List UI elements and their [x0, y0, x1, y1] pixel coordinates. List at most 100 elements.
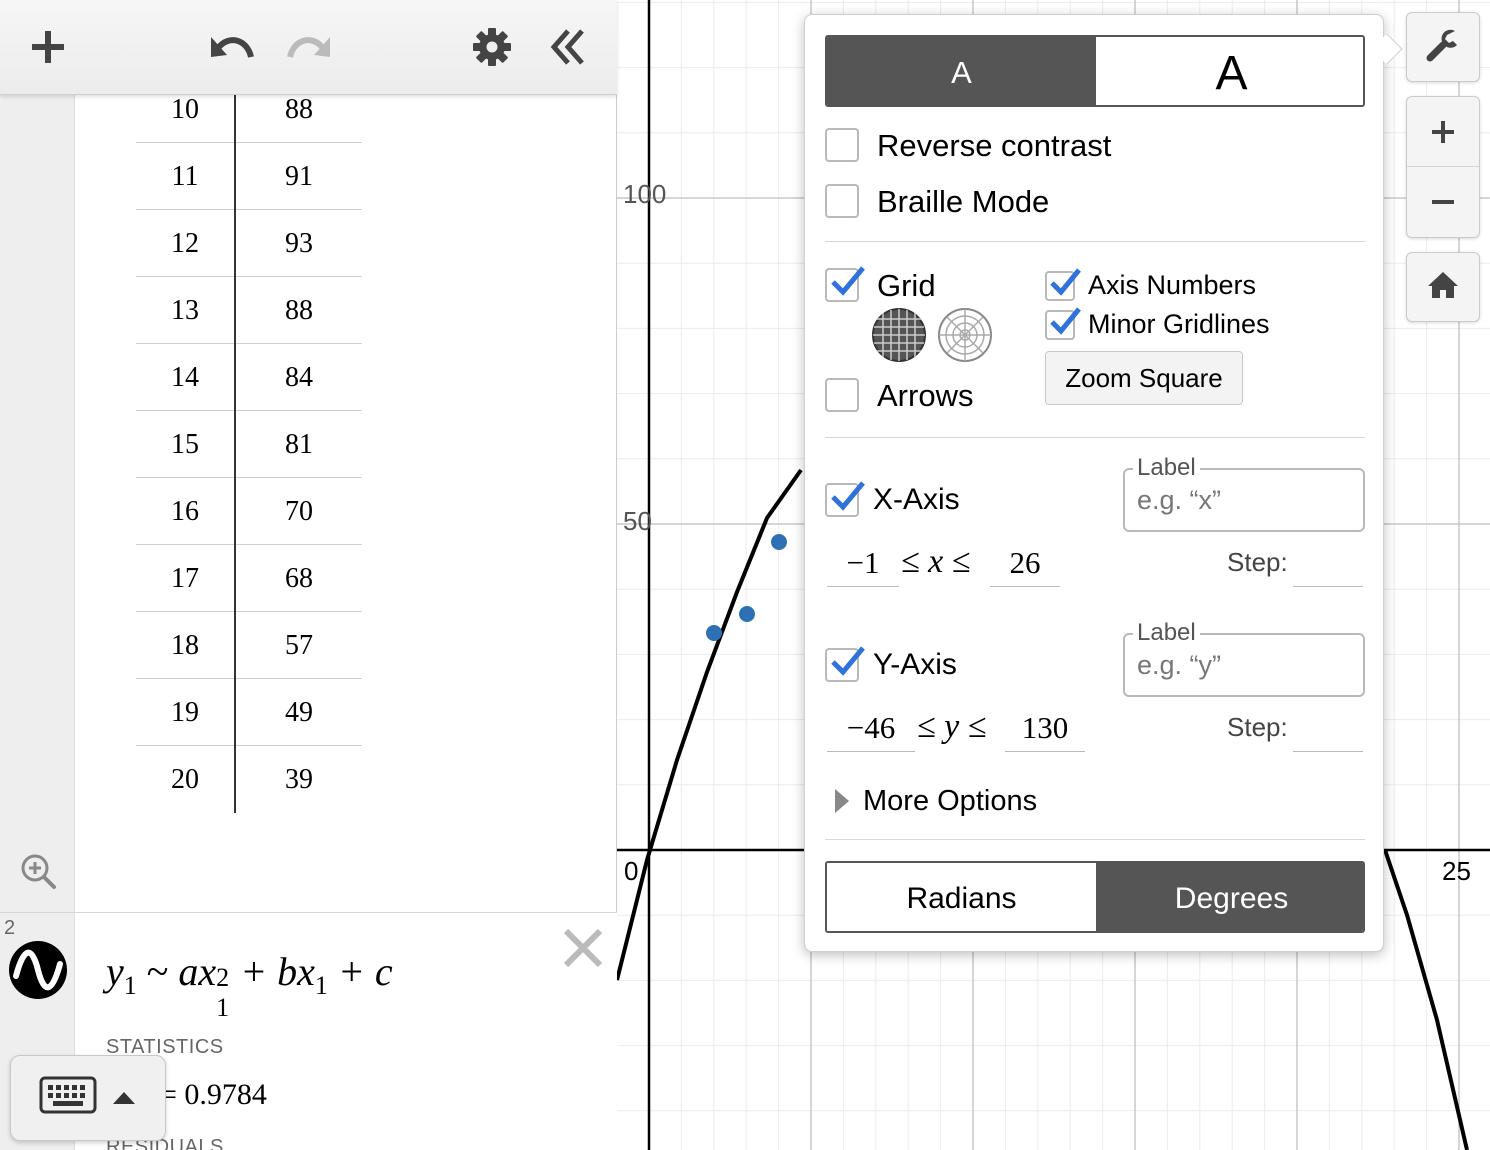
- x-step-input[interactable]: [1293, 541, 1363, 587]
- table-cell-y[interactable]: 84: [236, 344, 362, 411]
- x-max-input[interactable]: 26: [990, 541, 1060, 587]
- home-icon: [1426, 269, 1460, 306]
- x-axis-label-field: Label: [1123, 454, 1365, 532]
- zoom-in-icon[interactable]: [1407, 97, 1479, 167]
- x-axis-checkbox[interactable]: [825, 481, 865, 517]
- check-icon: [1050, 307, 1081, 335]
- radians-button[interactable]: Radians: [827, 863, 1096, 931]
- x-axis-label-legend: Label: [1133, 454, 1200, 482]
- y-tick-label-100: 100: [623, 179, 666, 209]
- y-axis-label-legend: Label: [1133, 619, 1200, 647]
- table-cell-x[interactable]: 14: [136, 344, 236, 411]
- keyboard-toggle-button[interactable]: [10, 1055, 166, 1141]
- minor-gridlines-checkbox[interactable]: [1045, 307, 1081, 340]
- y-axis-checkbox[interactable]: [825, 646, 865, 682]
- divider: [825, 241, 1365, 242]
- braille-mode-checkbox[interactable]: [825, 184, 859, 218]
- graph-settings-popover: A A Reverse contrast Braille Mode Grid A…: [804, 14, 1384, 952]
- table-cell-x[interactable]: 18: [136, 612, 236, 679]
- table-cell-x[interactable]: 11: [136, 143, 236, 210]
- table-cell-y[interactable]: 81: [236, 411, 362, 478]
- x-step-label: Step:: [1227, 547, 1288, 577]
- formula-a-sub: 1: [216, 993, 230, 1022]
- redo-icon[interactable]: [284, 22, 334, 72]
- braille-mode-label: Braille Mode: [877, 184, 1050, 219]
- y-max-input[interactable]: 130: [1005, 706, 1085, 752]
- reverse-contrast-checkbox[interactable]: [825, 128, 859, 162]
- graph-settings-button[interactable]: [1406, 12, 1480, 82]
- table-cell-x[interactable]: 16: [136, 478, 236, 545]
- font-size-small-button[interactable]: A: [827, 37, 1096, 105]
- table-row: 17 68: [136, 545, 362, 612]
- formula-c-term: + c: [327, 949, 393, 994]
- zoom-out-icon[interactable]: [1407, 167, 1479, 237]
- table-cell-y[interactable]: 93: [236, 210, 362, 277]
- regression-icon[interactable]: [8, 940, 68, 1000]
- more-options-label: More Options: [863, 785, 1038, 817]
- table-cell-y[interactable]: 57: [236, 612, 362, 679]
- table-cell-x[interactable]: 13: [136, 277, 236, 344]
- data-point[interactable]: [706, 625, 722, 641]
- table-cell-x[interactable]: 20: [136, 746, 236, 813]
- table-cell-x[interactable]: 15: [136, 411, 236, 478]
- undo-icon[interactable]: [207, 22, 257, 72]
- divider: [825, 839, 1365, 840]
- angle-mode-toggle: Radians Degrees: [825, 861, 1365, 933]
- collapse-icon[interactable]: [543, 22, 593, 72]
- wrench-icon: [1425, 27, 1461, 68]
- font-size-large-button[interactable]: A: [1096, 37, 1363, 105]
- grid-checkbox[interactable]: [825, 266, 865, 302]
- x-axis-label-input[interactable]: [1137, 482, 1352, 518]
- zoom-fit-icon[interactable]: [17, 850, 59, 892]
- keyboard-icon: [39, 1076, 97, 1119]
- y-step-label: Step:: [1227, 712, 1288, 742]
- check-icon: [831, 481, 865, 511]
- formula-lhs-sub: 1: [123, 971, 137, 1000]
- cartesian-grid-icon[interactable]: [871, 307, 927, 363]
- origin-label: 0: [624, 856, 638, 886]
- table-cell-x[interactable]: 19: [136, 679, 236, 746]
- formula-a-sup: 2: [216, 963, 230, 992]
- polar-grid-icon[interactable]: [937, 307, 993, 363]
- check-icon: [831, 646, 865, 676]
- y-inequality: ≤ y ≤: [917, 708, 987, 745]
- gear-icon[interactable]: [467, 22, 517, 72]
- y-axis-label-field: Label: [1123, 619, 1365, 697]
- data-point[interactable]: [771, 534, 787, 550]
- table-cell-y[interactable]: 49: [236, 679, 362, 746]
- data-point[interactable]: [739, 606, 755, 622]
- table-row: 13 88: [136, 277, 362, 344]
- axis-numbers-checkbox[interactable]: [1045, 268, 1081, 301]
- zoom-controls: [1406, 96, 1480, 238]
- data-table: 10 88 11 91 12 93 13 88 14 84 15 81 16 7…: [136, 76, 362, 813]
- y-min-input[interactable]: −46: [827, 706, 915, 752]
- y-axis-label-input[interactable]: [1137, 647, 1352, 683]
- table-cell-x[interactable]: 12: [136, 210, 236, 277]
- add-icon[interactable]: [23, 22, 73, 72]
- x-axis-label: X-Axis: [873, 483, 960, 516]
- regression-curve-right: [1383, 849, 1469, 1150]
- zoom-square-button[interactable]: Zoom Square: [1045, 351, 1243, 405]
- check-icon: [831, 266, 865, 296]
- y-axis-label: Y-Axis: [873, 648, 957, 681]
- statistic-value: = 0.9784: [160, 1078, 267, 1111]
- y-step-input[interactable]: [1293, 706, 1363, 752]
- regression-formula[interactable]: y1 ~ ax 2 1 + bx1 + c: [106, 948, 393, 1022]
- table-cell-y[interactable]: 91: [236, 143, 362, 210]
- table-cell-y[interactable]: 68: [236, 545, 362, 612]
- check-icon: [1050, 268, 1081, 296]
- table-row: 15 81: [136, 411, 362, 478]
- reverse-contrast-label: Reverse contrast: [877, 128, 1112, 163]
- x-tick-label-25: 25: [1442, 856, 1471, 886]
- table-cell-x[interactable]: 17: [136, 545, 236, 612]
- x-min-input[interactable]: −1: [827, 541, 899, 587]
- expression-number: 2: [4, 917, 16, 939]
- table-cell-y[interactable]: 88: [236, 277, 362, 344]
- close-icon[interactable]: [560, 925, 606, 971]
- default-viewport-button[interactable]: [1406, 252, 1480, 322]
- table-row: 11 91: [136, 143, 362, 210]
- table-cell-y[interactable]: 39: [236, 746, 362, 813]
- table-cell-y[interactable]: 70: [236, 478, 362, 545]
- degrees-button[interactable]: Degrees: [1096, 863, 1363, 931]
- arrows-checkbox[interactable]: [825, 378, 859, 412]
